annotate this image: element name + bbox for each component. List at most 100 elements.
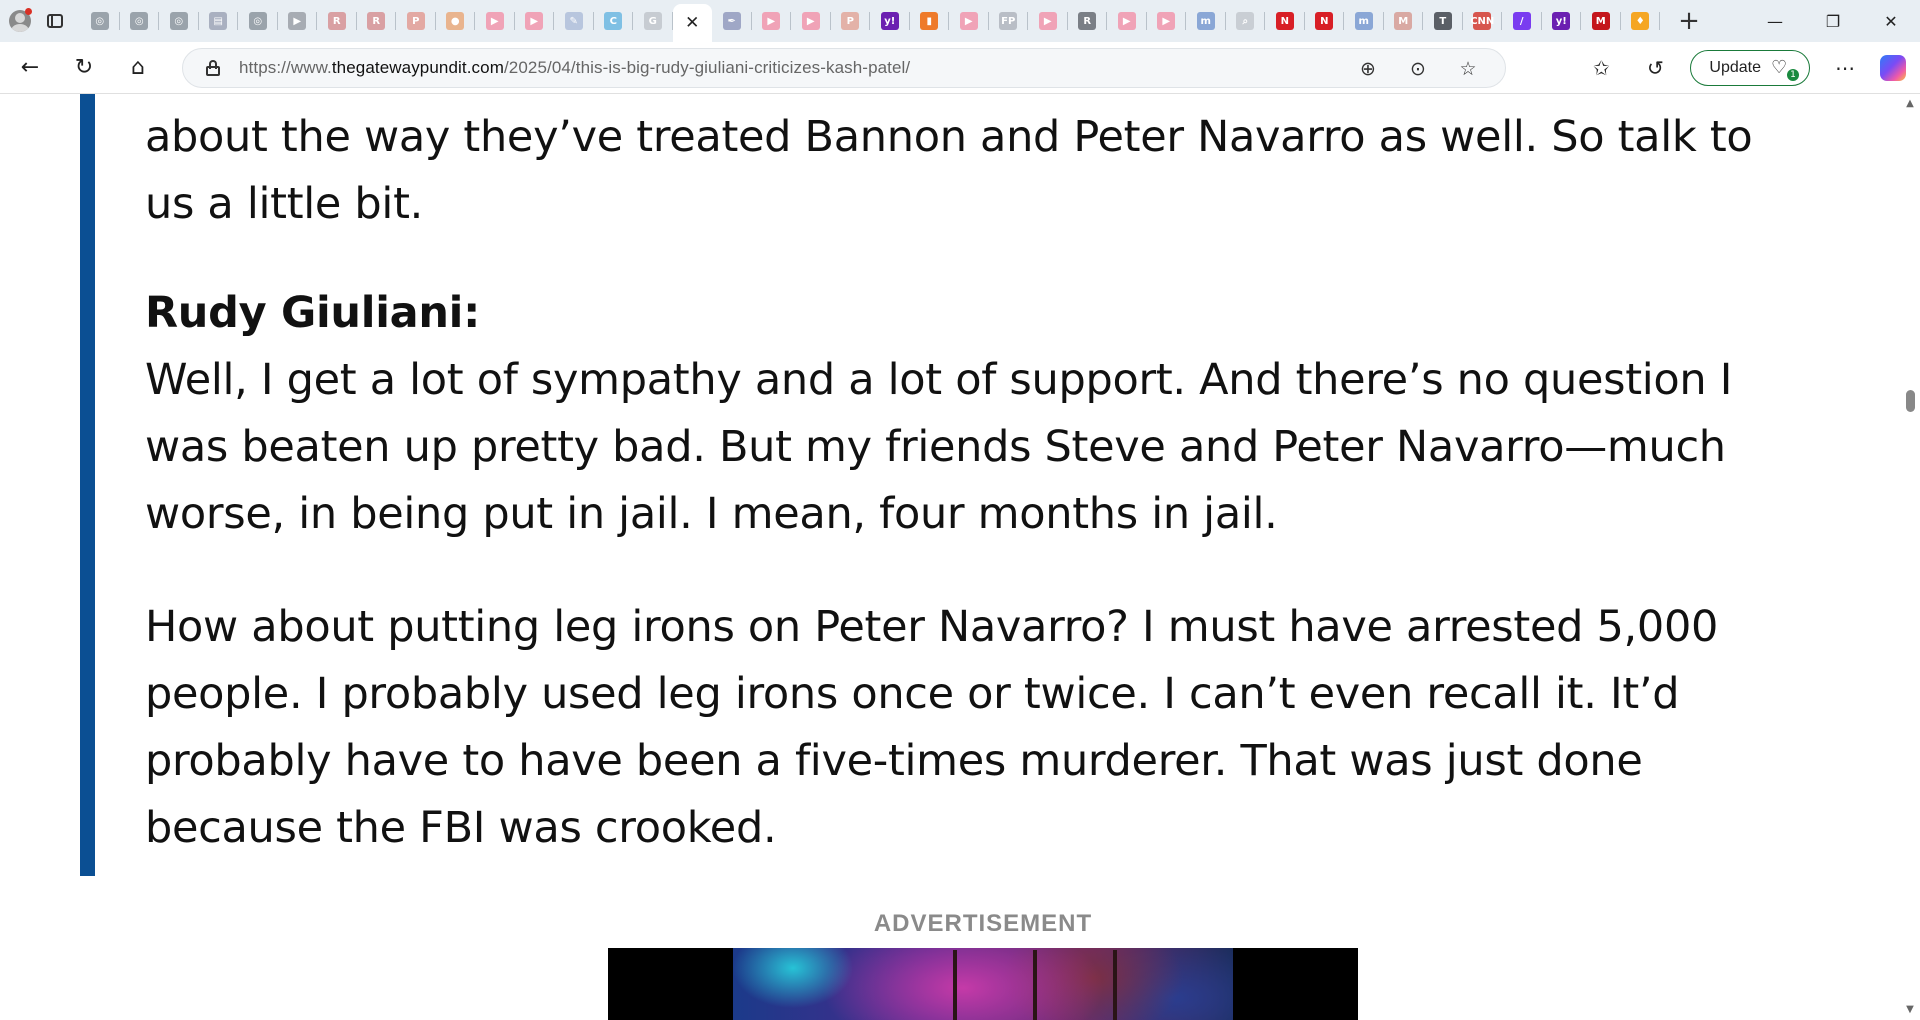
tab-actions-icon — [47, 14, 63, 28]
palm-tree-shape — [1113, 950, 1117, 1020]
refresh-button[interactable]: ↻ — [60, 48, 108, 88]
r-icon: R — [367, 12, 386, 30]
m-icon: M — [1591, 12, 1610, 30]
back-arrow-icon: ← — [20, 55, 40, 80]
address-bar[interactable]: https://www.thegatewaypundit.com/2025/04… — [182, 48, 1506, 88]
tab[interactable]: ⌕ — [1226, 0, 1266, 42]
tab[interactable]: ● — [436, 0, 476, 42]
vertical-scrollbar[interactable]: ▲ ▼ — [1900, 94, 1920, 1020]
tab[interactable]: ▶ — [1028, 0, 1068, 42]
tab[interactable]: ♦ — [1621, 0, 1661, 42]
tab[interactable]: N — [1305, 0, 1345, 42]
tab[interactable]: ◎ — [238, 0, 278, 42]
tab[interactable]: N — [1265, 0, 1305, 42]
favorite-star-icon[interactable]: ☆ — [1443, 49, 1493, 89]
blockquote-bar — [80, 94, 95, 876]
navigation-bar: ← ↻ ⌂ https://www.thegatewaypundit.com/2… — [0, 42, 1920, 94]
close-window-button[interactable]: ✕ — [1862, 0, 1920, 42]
r-icon: R — [1078, 12, 1097, 30]
globe-icon: ◎ — [169, 12, 188, 30]
history-icon[interactable]: ↺ — [1628, 42, 1682, 94]
globe-icon: ◎ — [248, 12, 267, 30]
text-line: because the FBI was crooked. — [145, 803, 777, 853]
tab[interactable]: y! — [870, 0, 910, 42]
restore-button[interactable]: ❐ — [1804, 0, 1862, 42]
tab[interactable]: ▶ — [1147, 0, 1187, 42]
tab[interactable]: M — [1384, 0, 1424, 42]
tab[interactable]: R — [357, 0, 397, 42]
tab[interactable]: ▶ — [1107, 0, 1147, 42]
profile-button[interactable] — [0, 0, 40, 42]
tab[interactable]: T — [1423, 0, 1463, 42]
tab[interactable]: ▶ — [475, 0, 515, 42]
text-line: probably have to have been a five-times … — [145, 736, 1643, 786]
tab[interactable]: / — [1502, 0, 1542, 42]
tab[interactable]: R — [1068, 0, 1108, 42]
update-badge: 1 — [1787, 69, 1799, 81]
text-line: about the way they’ve treated Bannon and… — [145, 112, 1753, 162]
update-label: Update — [1709, 59, 1761, 76]
lock-icon[interactable] — [205, 60, 221, 76]
arrow-icon: ▶ — [288, 12, 307, 30]
scroll-up-arrow-icon[interactable]: ▲ — [1904, 98, 1916, 110]
google-icon: G — [643, 12, 662, 30]
text-line: was beaten up pretty bad. But my friends… — [145, 422, 1726, 472]
back-button[interactable]: ← — [6, 48, 54, 88]
tab[interactable]: M — [1581, 0, 1621, 42]
c-icon: C — [604, 12, 623, 30]
tab[interactable]: R — [317, 0, 357, 42]
tab[interactable]: ▶ — [515, 0, 555, 42]
cnn-icon: CNN — [1470, 12, 1494, 30]
tab[interactable]: CNN — [1463, 0, 1503, 42]
pdf-icon: P — [406, 12, 425, 30]
feather-icon: ✎ — [564, 12, 583, 30]
scroll-down-arrow-icon[interactable]: ▼ — [1904, 1004, 1916, 1016]
tab[interactable]: ▶ — [278, 0, 318, 42]
tab[interactable]: ✒ — [712, 0, 752, 42]
tab[interactable]: m — [1344, 0, 1384, 42]
tab[interactable]: ▮ — [910, 0, 950, 42]
advertisement-banner[interactable] — [608, 948, 1358, 1020]
tab[interactable]: ▤ — [199, 0, 239, 42]
tab[interactable]: ▶ — [949, 0, 989, 42]
favorites-icon[interactable]: ✩ — [1574, 42, 1628, 94]
new-tab-button[interactable]: + — [1668, 0, 1710, 42]
home-icon: ⌂ — [131, 55, 145, 80]
tab[interactable]: m — [1186, 0, 1226, 42]
tab-active[interactable]: ✕ — [672, 4, 712, 42]
tab[interactable]: ◎ — [80, 0, 120, 42]
advertisement-label: ADVERTISEMENT — [873, 910, 1093, 937]
text-line: people. I probably used leg irons once o… — [145, 669, 1680, 719]
youtube-icon: ▶ — [1038, 12, 1057, 30]
minimize-button[interactable]: — — [1746, 0, 1804, 42]
slash-icon: / — [1512, 12, 1531, 30]
tab[interactable]: ◎ — [159, 0, 199, 42]
tab[interactable]: C — [594, 0, 634, 42]
url-text[interactable]: https://www.thegatewaypundit.com/2025/04… — [239, 58, 910, 78]
home-button[interactable]: ⌂ — [114, 48, 162, 88]
scroll-thumb[interactable] — [1906, 390, 1915, 412]
tab-actions-button[interactable] — [40, 0, 70, 42]
copilot-icon[interactable] — [1880, 55, 1906, 81]
toolbar-right: ✩ ↺ Update ♡ 1 ⋯ — [1574, 42, 1920, 94]
tab[interactable]: ▶ — [752, 0, 792, 42]
tab[interactable]: P — [831, 0, 871, 42]
close-tab-icon[interactable]: ✕ — [685, 13, 699, 33]
tab[interactable]: ✎ — [554, 0, 594, 42]
n-icon: N — [1275, 12, 1294, 30]
flame-icon: ♦ — [1631, 12, 1650, 30]
m-icon: m — [1196, 12, 1215, 30]
text-line: worse, in being put in jail. I mean, fou… — [145, 489, 1278, 539]
tab[interactable]: FP — [989, 0, 1029, 42]
tab[interactable]: P — [396, 0, 436, 42]
text-line: us a little bit. — [145, 179, 423, 229]
update-button[interactable]: Update ♡ 1 — [1690, 50, 1810, 86]
youtube-icon: ▶ — [1117, 12, 1136, 30]
zoom-icon[interactable]: ⊕ — [1343, 49, 1393, 89]
tab[interactable]: ◎ — [120, 0, 160, 42]
more-options-circle-icon[interactable]: ⊙ — [1393, 49, 1443, 89]
tab[interactable]: G — [633, 0, 673, 42]
tab[interactable]: y! — [1542, 0, 1582, 42]
settings-more-icon[interactable]: ⋯ — [1818, 42, 1872, 94]
tab[interactable]: ▶ — [791, 0, 831, 42]
